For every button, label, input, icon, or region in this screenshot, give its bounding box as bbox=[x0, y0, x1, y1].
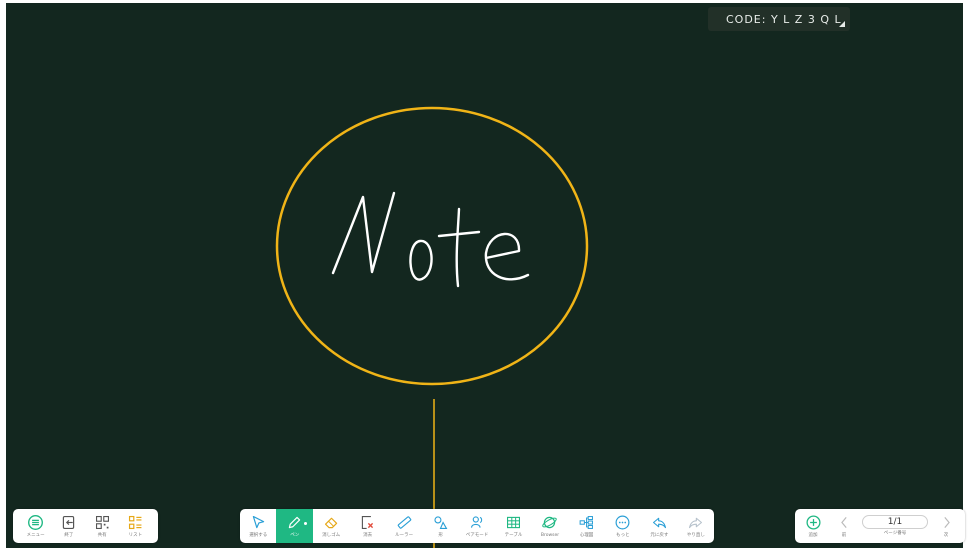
menu-label: メニュー bbox=[26, 532, 45, 538]
redo-label: やり直し bbox=[686, 532, 705, 538]
clear-icon bbox=[361, 515, 374, 529]
pen-options-dot[interactable] bbox=[303, 522, 307, 525]
table-tool-button[interactable]: テーブル bbox=[495, 509, 531, 543]
next-page-label: 次 bbox=[943, 532, 949, 538]
menu-button[interactable]: メニュー bbox=[19, 509, 52, 543]
share-label: 共有 bbox=[97, 532, 107, 538]
table-icon bbox=[507, 516, 521, 528]
drawing-layer bbox=[275, 106, 589, 548]
page-number-selector[interactable]: 1/1 ページ番号 bbox=[857, 509, 933, 543]
room-code-text: CODE: Y L Z 3 Q L bbox=[726, 12, 842, 26]
room-code-badge[interactable]: CODE: Y L Z 3 Q L bbox=[708, 7, 850, 31]
qr-code-icon bbox=[95, 515, 109, 529]
more-icon bbox=[615, 515, 630, 530]
ruler-tool-button[interactable]: ルーラー bbox=[386, 509, 422, 543]
eraser-label: 消しゴム bbox=[322, 532, 341, 538]
highlight-circle bbox=[275, 106, 589, 386]
mind-map-label: 心理図 bbox=[579, 532, 594, 538]
browser-label: Browser bbox=[540, 532, 560, 538]
next-page-button[interactable]: 次 bbox=[933, 509, 959, 543]
add-page-icon bbox=[805, 515, 821, 530]
add-page-label: 追加 bbox=[808, 532, 818, 538]
mind-map-button[interactable]: 心理図 bbox=[568, 509, 604, 543]
eraser-icon bbox=[324, 517, 337, 528]
list-label: リスト bbox=[128, 532, 143, 538]
prev-page-label: 前 bbox=[841, 532, 847, 538]
resize-corner-icon bbox=[839, 21, 845, 27]
exit-button[interactable]: 終了 bbox=[52, 509, 85, 543]
list-button[interactable]: リスト bbox=[119, 509, 152, 543]
whiteboard-canvas[interactable]: CODE: Y L Z 3 Q L bbox=[6, 3, 963, 548]
redo-icon bbox=[689, 517, 703, 528]
chevron-right-icon bbox=[943, 516, 950, 528]
pen-label: ペン bbox=[290, 532, 300, 538]
pair-mode-label: ペアモード bbox=[465, 532, 489, 538]
select-arrow-icon bbox=[252, 515, 264, 528]
more-label: もっと bbox=[616, 532, 630, 538]
page-number-field[interactable]: 1/1 bbox=[862, 515, 928, 530]
page-number-label: ページ番号 bbox=[883, 531, 907, 537]
pair-mode-button[interactable]: ペアモード bbox=[459, 509, 495, 543]
exit-label: 終了 bbox=[64, 532, 74, 538]
page-toolbar: 追加 前 1/1 ページ番号 次 bbox=[795, 509, 965, 543]
table-label: テーブル bbox=[504, 532, 523, 538]
browser-icon bbox=[542, 516, 558, 528]
browser-button[interactable]: Browser bbox=[532, 509, 568, 543]
shapes-label: 形 bbox=[438, 532, 443, 538]
ruler-label: ルーラー bbox=[395, 532, 414, 538]
shapes-tool-button[interactable]: 形 bbox=[422, 509, 458, 543]
share-button[interactable]: 共有 bbox=[86, 509, 119, 543]
handwritten-note bbox=[331, 191, 530, 288]
exit-icon bbox=[63, 515, 75, 529]
select-tool-button[interactable]: 選択する bbox=[240, 509, 276, 543]
main-toolbar: 選択する ペン 消しゴム 消去 ルーラー 形 ペアモード テーブル Browse… bbox=[240, 509, 714, 543]
eraser-tool-button[interactable]: 消しゴム bbox=[313, 509, 349, 543]
menu-icon bbox=[28, 514, 44, 530]
clear-label: 消去 bbox=[363, 532, 373, 538]
undo-button[interactable]: 元に戻す bbox=[641, 509, 677, 543]
clear-button[interactable]: 消去 bbox=[349, 509, 385, 543]
pen-icon bbox=[289, 516, 301, 528]
chevron-left-icon bbox=[840, 516, 847, 528]
more-button[interactable]: もっと bbox=[605, 509, 641, 543]
list-icon bbox=[128, 515, 142, 529]
pair-mode-icon bbox=[470, 516, 482, 528]
pen-tool-button[interactable]: ペン bbox=[276, 509, 313, 543]
add-page-button[interactable]: 追加 bbox=[795, 509, 831, 543]
shapes-icon bbox=[434, 516, 448, 529]
left-toolbar: メニュー 終了 共有 リスト bbox=[13, 509, 158, 543]
prev-page-button[interactable]: 前 bbox=[831, 509, 857, 543]
undo-icon bbox=[652, 517, 666, 528]
mind-map-icon bbox=[579, 515, 593, 529]
select-label: 選択する bbox=[249, 532, 268, 538]
ruler-icon bbox=[397, 516, 411, 529]
undo-label: 元に戻す bbox=[650, 532, 669, 538]
redo-button[interactable]: やり直し bbox=[678, 509, 714, 543]
page-number-value: 1/1 bbox=[887, 517, 903, 528]
